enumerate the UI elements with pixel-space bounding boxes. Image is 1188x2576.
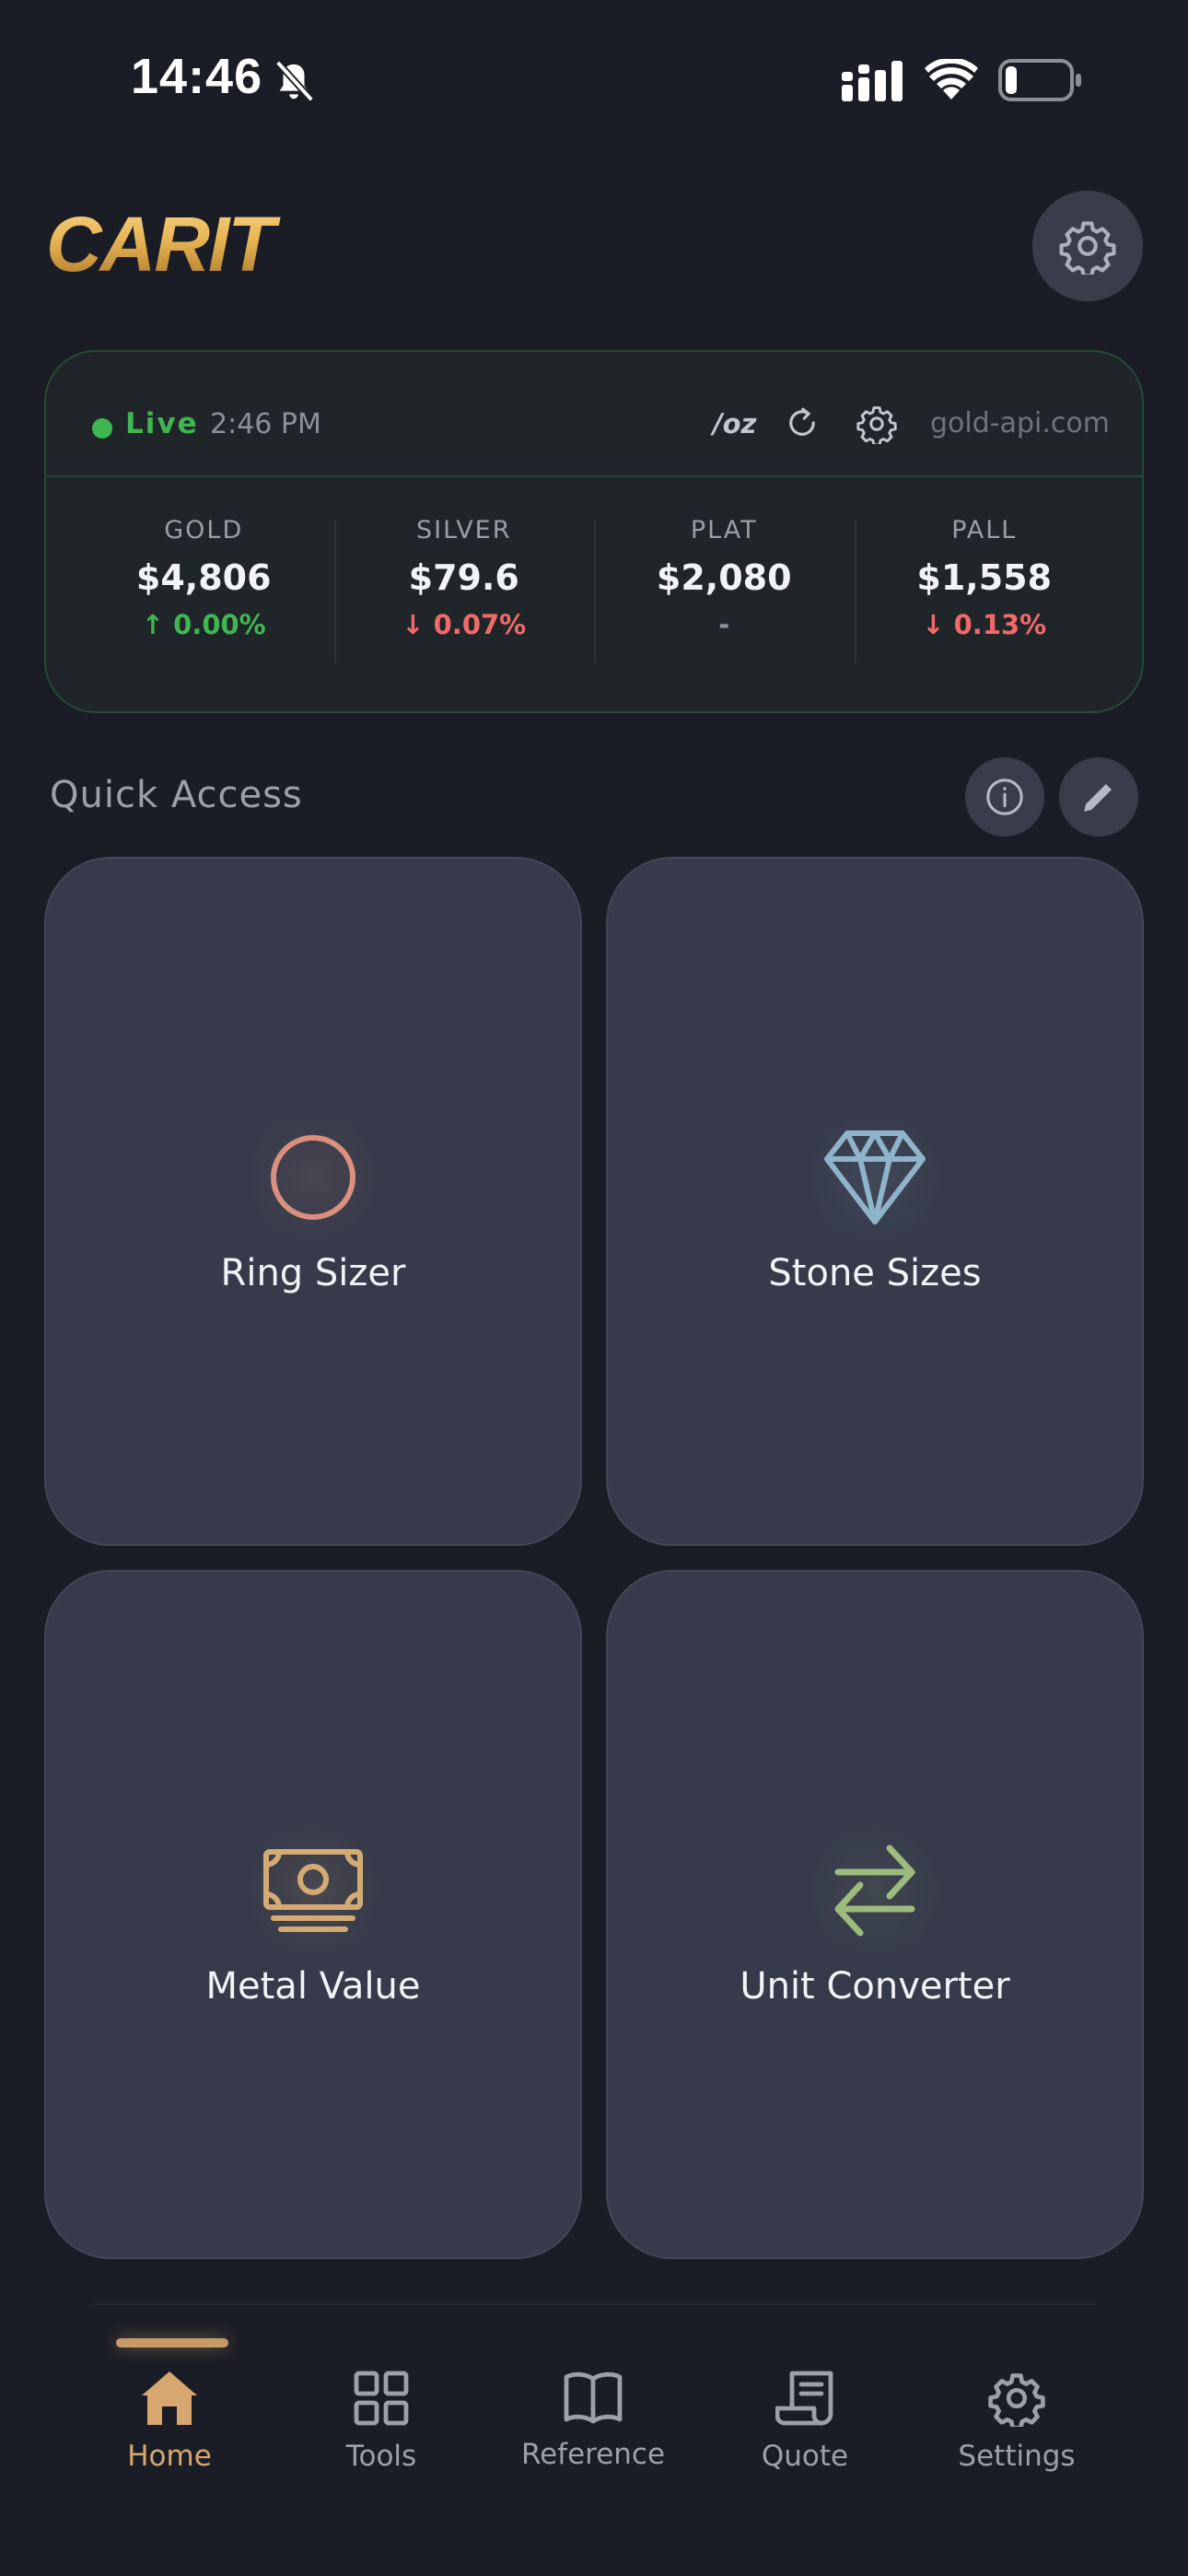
nav-label: Home: [127, 2440, 212, 2473]
refresh-icon[interactable]: [783, 404, 821, 442]
unit-converter-tile[interactable]: Unit Converter: [606, 1570, 1144, 2259]
metal-silver: SILVER $79.6 ↓ 0.07%: [333, 479, 595, 711]
metal-gold: GOLD $4,806 ↑ 0.00%: [74, 479, 334, 711]
metal-change: -: [718, 609, 730, 640]
metal-name: SILVER: [416, 516, 512, 544]
metal-change: ↓ 0.07%: [402, 609, 527, 640]
nav-label: Settings: [958, 2440, 1076, 2473]
stone-sizes-tile[interactable]: Stone Sizes: [606, 857, 1144, 1546]
nav-reference[interactable]: Reference: [492, 2370, 694, 2499]
metal-price: $1,558: [916, 557, 1053, 598]
swap-arrows-icon: [834, 1844, 915, 1937]
bottom-navigation: Home Tools Reference Quote Settings: [0, 2305, 1188, 2576]
grid-icon: [354, 2371, 409, 2426]
carit-logo: CARIT: [46, 205, 283, 282]
tile-label: Ring Sizer: [220, 1252, 406, 1294]
gear-icon: [1059, 221, 1116, 275]
signal-icon: [842, 61, 903, 101]
metal-change: ↑ 0.00%: [141, 609, 266, 640]
ring-sizer-tile[interactable]: Ring Sizer: [44, 857, 582, 1546]
nav-label: Quote: [761, 2440, 849, 2473]
metal-platinum: PLAT $2,080 -: [594, 479, 855, 711]
metal-prices-card: Live 2:46 PM /oz gold-api.com GOLD $4,80…: [44, 350, 1144, 713]
metal-price: $4,806: [135, 557, 272, 598]
battery-icon: [998, 59, 1081, 101]
wifi-icon: [925, 59, 978, 100]
tile-label: Unit Converter: [740, 1965, 1010, 2008]
status-time: 14:46: [131, 49, 263, 104]
quick-access-title: Quick Access: [50, 774, 303, 816]
receipt-icon: [775, 2371, 833, 2426]
active-tab-indicator: [116, 2338, 228, 2348]
live-label: Live: [125, 407, 199, 440]
nav-label: Reference: [520, 2438, 666, 2471]
quick-access-info-button[interactable]: [965, 757, 1044, 837]
tile-label: Stone Sizes: [768, 1252, 982, 1294]
metal-value-tile[interactable]: Metal Value: [44, 1570, 582, 2259]
pencil-icon: [1084, 784, 1112, 812]
header-settings-button[interactable]: [1032, 191, 1143, 301]
price-card-header: Live 2:46 PM /oz gold-api.com: [46, 352, 1142, 477]
nav-settings[interactable]: Settings: [915, 2370, 1118, 2499]
metal-palladium: PALL $1,558 ↓ 0.13%: [854, 479, 1115, 711]
metal-prices-row: GOLD $4,806 ↑ 0.00% SILVER $79.6 ↓ 0.07%…: [46, 479, 1142, 711]
metal-name: PLAT: [690, 516, 758, 544]
diamond-icon: [824, 1130, 926, 1224]
metal-price: $79.6: [408, 557, 519, 598]
metal-change: ↓ 0.13%: [922, 609, 1047, 640]
nav-label: Tools: [345, 2440, 417, 2473]
metal-name: GOLD: [164, 516, 244, 544]
info-icon: [986, 779, 1023, 815]
nav-quote[interactable]: Quote: [704, 2370, 906, 2499]
metal-name: PALL: [951, 516, 1018, 544]
home-icon: [142, 2371, 197, 2425]
gear-icon: [988, 2373, 1045, 2427]
ring-icon: [271, 1135, 355, 1220]
bell-off-icon: [274, 60, 315, 102]
price-settings-gear-icon[interactable]: [856, 404, 897, 444]
live-indicator-dot: [92, 418, 112, 439]
metal-price: $2,080: [656, 557, 792, 598]
quick-access-edit-button[interactable]: [1059, 757, 1138, 837]
price-source-link[interactable]: gold-api.com: [930, 407, 1110, 439]
tile-label: Metal Value: [205, 1965, 421, 2008]
status-bar: 14:46: [0, 0, 1188, 157]
nav-home[interactable]: Home: [68, 2370, 271, 2499]
unit-toggle[interactable]: /oz: [713, 408, 756, 439]
nav-tools[interactable]: Tools: [280, 2370, 483, 2499]
book-icon: [564, 2371, 623, 2424]
svg-text:CARIT: CARIT: [46, 205, 281, 282]
last-updated-time: 2:46 PM: [210, 408, 321, 440]
banknote-icon: [263, 1849, 363, 1932]
